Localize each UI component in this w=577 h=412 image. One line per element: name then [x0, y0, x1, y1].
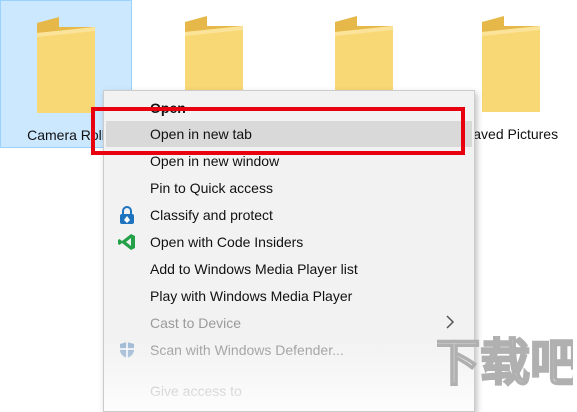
- menu-item-open-in-new-tab[interactable]: Open in new tab: [106, 121, 472, 147]
- menu-item-classify-and-protect[interactable]: Classify and protect: [106, 202, 472, 228]
- menu-item-label: Scan with Windows Defender...: [150, 342, 344, 358]
- menu-item-label: Give access to: [150, 383, 242, 399]
- menu-item-cast-to-device[interactable]: Cast to Device: [106, 310, 472, 336]
- folder-icon: [482, 16, 540, 112]
- menu-item-label: Open with Code Insiders: [150, 234, 304, 250]
- folder-icon: [37, 17, 95, 113]
- vscode-insiders-icon: [118, 234, 135, 250]
- defender-shield-icon: [120, 342, 134, 358]
- menu-item-label: Open: [150, 100, 186, 116]
- menu-item-open-with-code-insiders[interactable]: Open with Code Insiders: [106, 229, 472, 255]
- lock-shield-icon: [120, 206, 134, 224]
- menu-item-give-access-to[interactable]: Give access to: [106, 378, 472, 404]
- menu-item-label: Pin to Quick access: [150, 180, 273, 196]
- context-menu: Open Open in new tab Open in new window …: [103, 90, 475, 412]
- menu-item-open[interactable]: Open: [106, 95, 472, 121]
- menu-item-pin-to-quick-access[interactable]: Pin to Quick access: [106, 175, 472, 201]
- menu-item-play-with-wmp[interactable]: Play with Windows Media Player: [106, 283, 472, 309]
- menu-item-label: Open in new tab: [150, 126, 252, 142]
- menu-item-label: Open in new window: [150, 153, 280, 169]
- watermark-text: 下载吧: [437, 334, 573, 392]
- menu-item-label: Play with Windows Media Player: [150, 288, 353, 304]
- menu-item-label: Cast to Device: [150, 315, 242, 331]
- menu-item-scan-with-defender[interactable]: Scan with Windows Defender...: [106, 337, 472, 363]
- menu-item-add-to-wmp-list[interactable]: Add to Windows Media Player list: [106, 256, 472, 282]
- site-watermark-logo: 下载吧: [437, 333, 573, 393]
- menu-item-open-in-new-window[interactable]: Open in new window: [106, 148, 472, 174]
- menu-item-label: Add to Windows Media Player list: [150, 261, 358, 277]
- menu-item-label: Classify and protect: [150, 207, 273, 223]
